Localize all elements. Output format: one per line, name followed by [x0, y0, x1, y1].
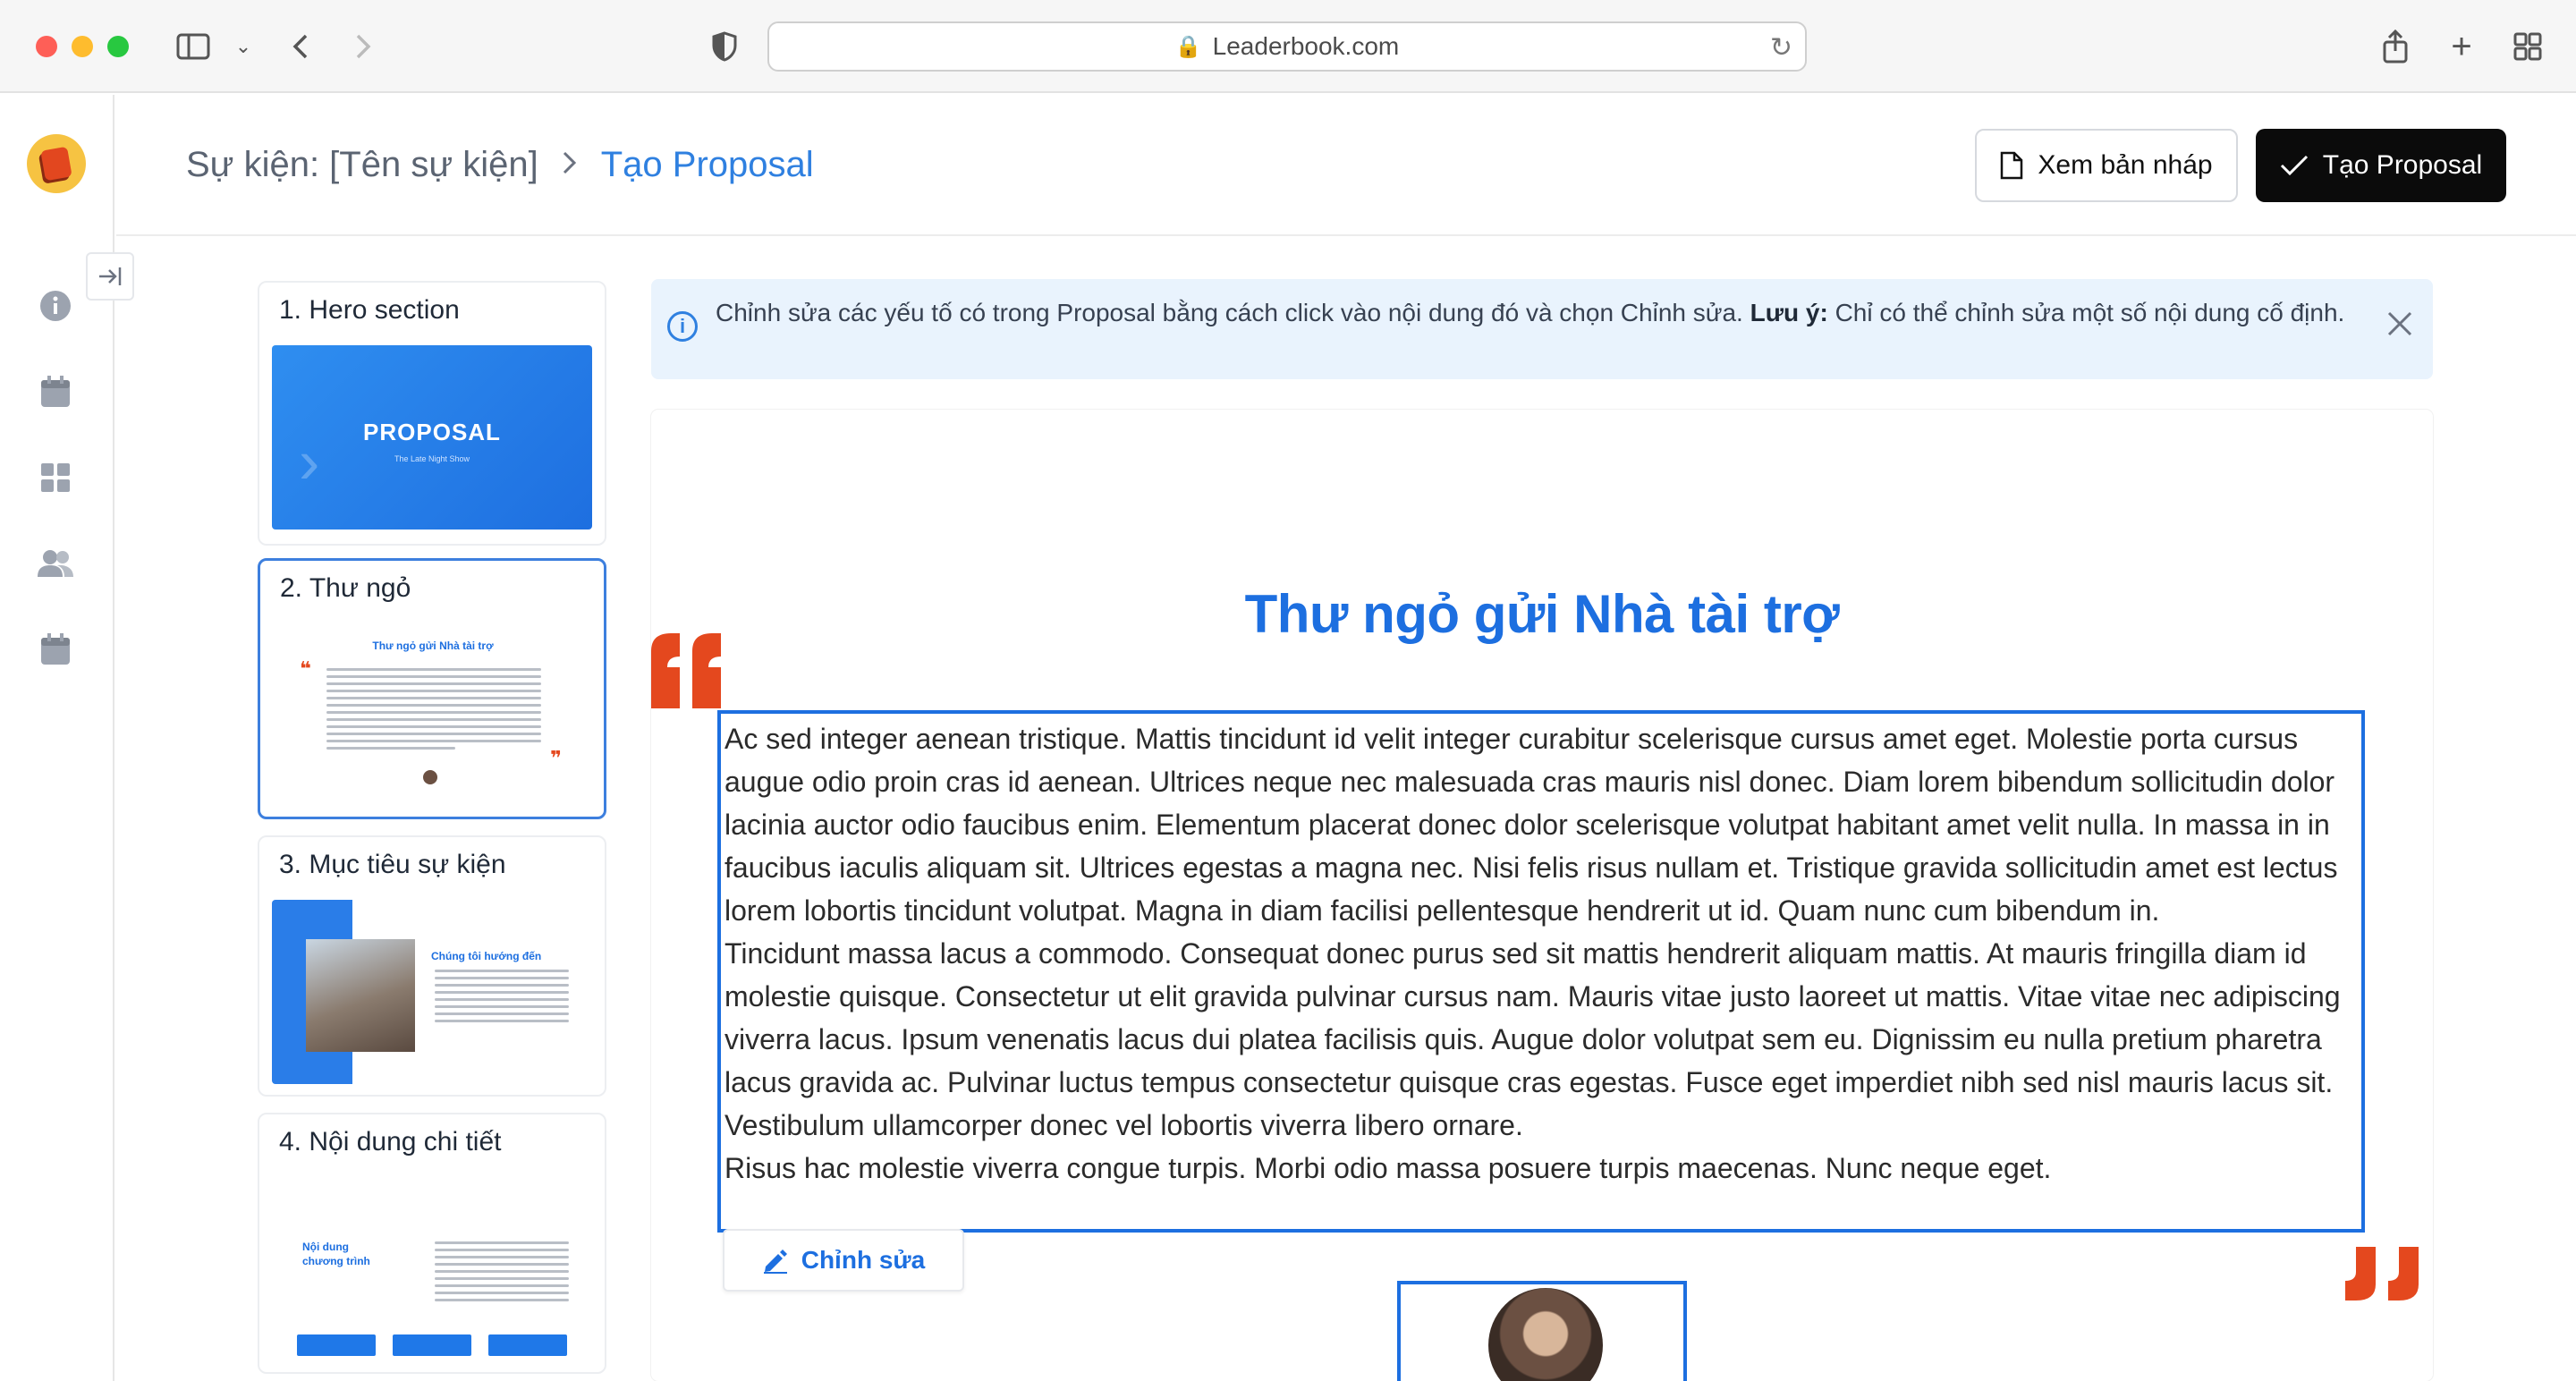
letter-paragraph: Risus hac molestie viverra congue turpis… — [724, 1152, 2052, 1184]
quote-close-icon — [2336, 1245, 2422, 1307]
sidebar-toggle-icon[interactable] — [172, 25, 215, 68]
banner-note-label: Lưu ý: — [1750, 299, 1828, 326]
thumbnail-title: Nội dung chương trình — [302, 1241, 370, 1267]
address-bar[interactable]: 🔒 Leaderbook.com ↻ — [767, 21, 1807, 72]
thumbnail-text-lines — [435, 970, 569, 1027]
zoom-window-button[interactable] — [107, 36, 129, 57]
create-proposal-button[interactable]: Tạo Proposal — [2256, 129, 2506, 202]
breadcrumb: Sự kiện: [Tên sự kiện] Tạo Proposal — [186, 145, 814, 185]
dashboard-grid-icon[interactable] — [38, 460, 73, 496]
info-banner: i Chỉnh sửa các yếu tố có trong Proposal… — [651, 279, 2433, 379]
pencil-icon — [762, 1247, 789, 1274]
letter-title[interactable]: Thư ngỏ gửi Nhà tài trợ — [651, 583, 2433, 645]
section-title: 2. Thư ngỏ — [280, 573, 411, 603]
page-header: Sự kiện: [Tên sự kiện] Tạo Proposal Xem … — [116, 95, 2576, 236]
banner-note-text: Chỉ có thể chỉnh sửa một số nội dung cố … — [1835, 299, 2345, 326]
privacy-shield-icon[interactable] — [703, 25, 746, 68]
calendar-icon[interactable] — [38, 374, 73, 410]
minimize-window-button[interactable] — [72, 36, 93, 57]
quote-close-icon: ❞ — [550, 747, 562, 769]
preview-draft-button[interactable]: Xem bản nháp — [1975, 129, 2238, 202]
url-text: Leaderbook.com — [1212, 32, 1400, 60]
banner-message: Chỉnh sửa các yếu tố có trong Proposal b… — [716, 299, 1743, 326]
close-icon[interactable] — [2386, 309, 2413, 343]
section-thumbnail: › PROPOSAL The Late Night Show — [272, 345, 592, 530]
thumbnail-title: PROPOSAL — [363, 419, 501, 445]
collapse-panel-icon[interactable] — [86, 252, 134, 301]
section-card-hero[interactable]: 1. Hero section › PROPOSAL The Late Nigh… — [258, 281, 606, 546]
share-icon[interactable] — [2374, 25, 2417, 68]
users-icon[interactable] — [38, 546, 73, 581]
back-icon[interactable] — [279, 25, 322, 68]
close-window-button[interactable] — [36, 36, 57, 57]
thumbnail-title: Thư ngỏ gửi Nhà tài trợ — [372, 640, 494, 652]
info-icon[interactable] — [38, 288, 73, 324]
reload-icon[interactable]: ↻ — [1770, 32, 1792, 64]
quote-open-icon — [649, 631, 724, 715]
forward-icon[interactable] — [342, 25, 385, 68]
banner-text: Chỉnh sửa các yếu tố có trong Proposal b… — [716, 295, 2352, 331]
letter-paragraph: Tincidunt massa lacus a commodo. Consequ… — [724, 937, 2341, 1141]
schedule-icon[interactable] — [38, 631, 73, 667]
document-icon — [2000, 151, 2023, 180]
breadcrumb-current: Tạo Proposal — [600, 145, 814, 184]
create-proposal-label: Tạo Proposal — [2322, 150, 2483, 180]
edit-button[interactable]: Chỉnh sửa — [723, 1229, 964, 1292]
team-photo — [306, 939, 415, 1052]
leaderbook-logo[interactable] — [27, 134, 86, 193]
section-thumbnail: Nội dung chương trình — [272, 1177, 592, 1361]
tab-overview-icon[interactable] — [2506, 25, 2549, 68]
info-circle-icon: i — [667, 311, 698, 342]
avatar — [423, 770, 437, 784]
section-title: 3. Mục tiêu sự kiện — [279, 850, 506, 879]
lock-icon: 🔒 — [1174, 34, 1202, 59]
signature-avatar-block[interactable] — [1397, 1281, 1687, 1381]
new-tab-icon[interactable]: + — [2440, 25, 2483, 68]
section-thumbnail: Thư ngỏ gửi Nhà tài trợ ❝ ❞ — [273, 622, 593, 806]
quote-open-icon: ❝ — [300, 657, 311, 680]
section-card-details[interactable]: 4. Nội dung chi tiết Nội dung chương trì… — [258, 1113, 606, 1374]
section-thumbnail: Chúng tôi hướng đến — [272, 900, 592, 1084]
chevron-down-icon[interactable]: ⌄ — [222, 25, 265, 68]
breadcrumb-parent[interactable]: Sự kiện: [Tên sự kiện] — [186, 145, 538, 185]
section-title: 1. Hero section — [279, 295, 460, 325]
edit-button-label: Chỉnh sửa — [801, 1246, 926, 1274]
thumbnail-text-lines — [435, 1241, 569, 1306]
browser-toolbar: ⌄ 🔒 Leaderbook.com ↻ + — [0, 0, 2576, 93]
thumbnail-subtitle: The Late Night Show — [394, 454, 470, 463]
section-card-letter[interactable]: 2. Thư ngỏ Thư ngỏ gửi Nhà tài trợ ❝ ❞ — [258, 558, 606, 819]
letter-body-editable[interactable]: Ac sed integer aenean tristique. Mattis … — [717, 710, 2365, 1233]
avatar — [1488, 1288, 1603, 1381]
preview-draft-label: Xem bản nháp — [2038, 150, 2213, 180]
thumbnail-title: Chúng tôi hướng đến — [431, 950, 542, 962]
check-icon — [2280, 155, 2309, 176]
chevron-right-icon — [562, 145, 578, 185]
section-title: 4. Nội dung chi tiết — [279, 1127, 502, 1156]
letter-paragraph: Ac sed integer aenean tristique. Mattis … — [724, 723, 2338, 927]
thumbnail-text-lines — [326, 668, 541, 754]
section-card-goals[interactable]: 3. Mục tiêu sự kiện Chúng tôi hướng đến — [258, 835, 606, 1097]
